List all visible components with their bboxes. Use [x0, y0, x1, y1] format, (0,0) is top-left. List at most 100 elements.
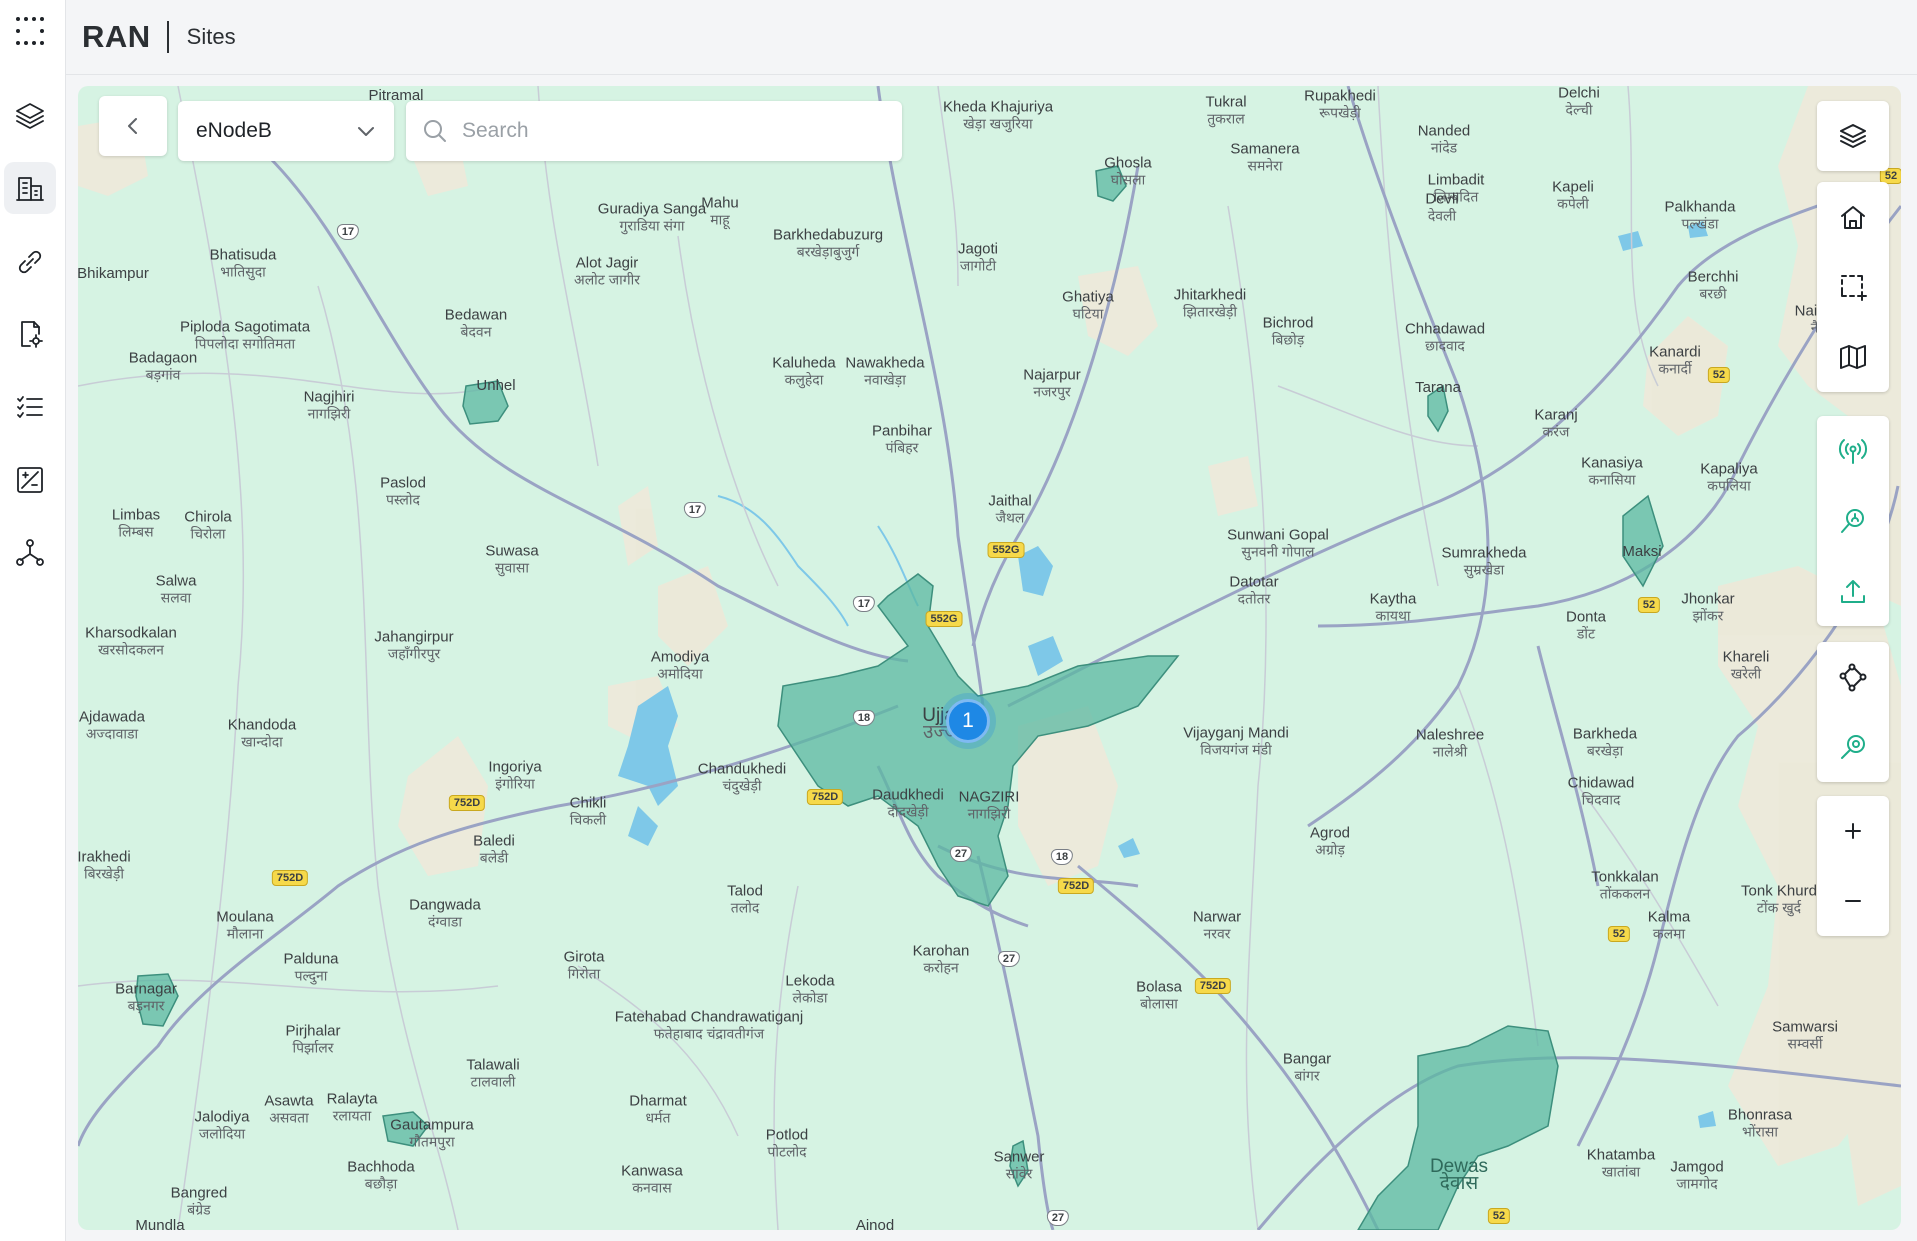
place-label: Ghosla घोसला: [1104, 154, 1152, 188]
place-label: Rupakhedi रूपखेड़ी: [1304, 87, 1376, 121]
place-label: Chandukhedi चंदुखेड़ी: [697, 760, 787, 794]
place-label: Barkhedabuzurg बरखेड़ाबुजुर्ग: [772, 226, 884, 260]
search-input[interactable]: [460, 118, 884, 144]
place-label: Talod तलोद: [727, 882, 763, 916]
place-label: Salwa सलवा: [155, 572, 197, 606]
antenna-button[interactable]: [1817, 416, 1889, 486]
rail-sites-building-icon[interactable]: [4, 162, 56, 214]
box-select-icon: [1841, 275, 1867, 301]
upload-button[interactable]: [1817, 556, 1889, 626]
rail-checklist-icon[interactable]: [4, 381, 56, 433]
rail-link-icon[interactable]: [4, 236, 56, 288]
road-shield: 552G: [925, 611, 963, 627]
place-label: Moulana मौलाना: [216, 908, 274, 942]
top-header: RAN Sites: [66, 0, 1917, 75]
place-label: Nagjhiri नागझिरी: [303, 388, 355, 422]
place-label: Naleshree नालेश्री: [1415, 726, 1485, 760]
zoom-in-icon: [1845, 823, 1861, 839]
place-label: Jamgod जामगोद: [1670, 1158, 1724, 1192]
node-type-value: eNodeB: [196, 119, 272, 142]
chevron-left-icon: [128, 118, 137, 134]
place-label: Amodiya अमोदिया: [650, 648, 710, 682]
place-label: Ghatiya घटिया: [1062, 288, 1114, 322]
rail-topology-icon[interactable]: [4, 526, 56, 578]
place-label: Bangred बंग्रेड: [170, 1184, 228, 1218]
place-label: Baledi बलेडी: [473, 832, 515, 866]
place-label: Kaytha कायथा: [1369, 590, 1417, 624]
home-view-button[interactable]: [1817, 182, 1889, 252]
place-label: Ajnod: [855, 1217, 895, 1231]
road-shield: 52: [1707, 367, 1731, 383]
place-label: Suwasa सुवासा: [485, 542, 539, 576]
place-label: Pirjhalar पिर्झालर: [285, 1022, 341, 1056]
site-tools-group: [1817, 416, 1889, 626]
back-button[interactable]: [99, 96, 167, 156]
coverage-button[interactable]: [1817, 712, 1889, 782]
place-label: Kapeli कपेली: [1552, 178, 1594, 212]
place-label: Kapaliya कपलिया: [1700, 460, 1758, 494]
place-label: Devli देवली: [1425, 190, 1459, 224]
place-label: Khatamba खातांबा: [1586, 1146, 1656, 1180]
zoom-in-button[interactable]: [1817, 796, 1889, 866]
place-label: Berchhi बरछी: [1687, 268, 1739, 302]
apps-grid-icon[interactable]: [4, 5, 56, 57]
road-shield: 752D: [448, 795, 486, 811]
place-label: Palkhanda पल्खंडा: [1664, 198, 1736, 232]
place-label: Bhatisuda भातिसुदा: [209, 246, 277, 280]
place-label: Girota गिरोता: [563, 948, 605, 982]
place-label: Bedawan बेदवन: [444, 306, 508, 340]
place-label: Bichrod बिछोड़: [1262, 314, 1314, 348]
place-label: Chirola चिरोला: [184, 508, 232, 542]
rail-layers-icon[interactable]: [4, 90, 56, 142]
place-label: Kalma कलमा: [1647, 908, 1691, 942]
place-label: Unhel: [476, 377, 516, 394]
place-label: Dewas देवास: [1429, 1156, 1489, 1194]
place-label: Tarana: [1415, 379, 1461, 396]
place-label: Jhonkar झोंकर: [1681, 590, 1735, 624]
chevron-down-icon: [358, 127, 374, 136]
place-label: Potlod पोटलोद: [765, 1126, 809, 1160]
map-layers-button[interactable]: [1817, 101, 1889, 171]
box-select-button[interactable]: [1817, 252, 1889, 322]
place-label: Badagaon बड़गांव: [128, 349, 198, 383]
upload-icon: [1841, 580, 1865, 603]
place-label: Kharsodkalan खरसोदकलन: [85, 624, 177, 658]
place-label: Samwarsi सम्वर्सी: [1772, 1018, 1838, 1052]
place-label: Karanj करंज: [1534, 406, 1578, 440]
basemap-button[interactable]: [1817, 322, 1889, 392]
header-divider: [166, 21, 169, 53]
node-type-select[interactable]: eNodeB: [178, 101, 394, 161]
place-label: Guradiya Sanga गुराडिया संगा: [597, 200, 707, 234]
rail-document-settings-icon[interactable]: [4, 308, 56, 360]
place-label: Kanasiya कनासिया: [1581, 454, 1643, 488]
page-title: Sites: [186, 24, 236, 49]
place-label: Agrod अग्रोड़: [1309, 824, 1351, 858]
road-shield: 552G: [987, 542, 1025, 558]
analysis-tools-group: [1817, 642, 1889, 782]
place-label: Donta डोंट: [1565, 608, 1607, 642]
road-shield: 52: [1607, 926, 1631, 942]
left-rail: [0, 0, 66, 1241]
site-cluster-marker[interactable]: 1: [946, 699, 990, 743]
place-label: Limbas लिम्बस: [111, 506, 161, 540]
place-label: Bangar बांगर: [1282, 1050, 1332, 1084]
place-label: Kaluheda कलुहेदा: [772, 354, 836, 388]
map-canvas[interactable]: Pitramal Kheda Khajuriya खेड़ा खजुरिया Tu…: [78, 86, 1901, 1230]
rail-analytics-icon[interactable]: [4, 454, 56, 506]
place-label: Chhadawad छादवाद: [1404, 320, 1486, 354]
place-label: Kanardi कनार्दी: [1649, 343, 1701, 377]
search-box[interactable]: [406, 101, 902, 161]
road-shield: 752D: [1194, 978, 1232, 994]
place-label: Irakhedi बिरखेड़ी: [78, 848, 131, 882]
route-button[interactable]: [1817, 642, 1889, 712]
zoom-out-icon: [1845, 900, 1861, 902]
zoom-out-button[interactable]: [1817, 866, 1889, 936]
layers-toggle-group: [1817, 101, 1889, 171]
place-label: Bachhoda बछौड़ा: [347, 1158, 415, 1192]
place-label: Paslod पस्लोद: [380, 474, 426, 508]
place-label: Nanded नांदेड: [1417, 122, 1471, 156]
map-view-tools-group: [1817, 182, 1889, 392]
site-search-button[interactable]: [1817, 486, 1889, 556]
road-shield: 752D: [271, 870, 309, 886]
place-label: NAGZIRI नागझिरी: [958, 788, 1020, 822]
